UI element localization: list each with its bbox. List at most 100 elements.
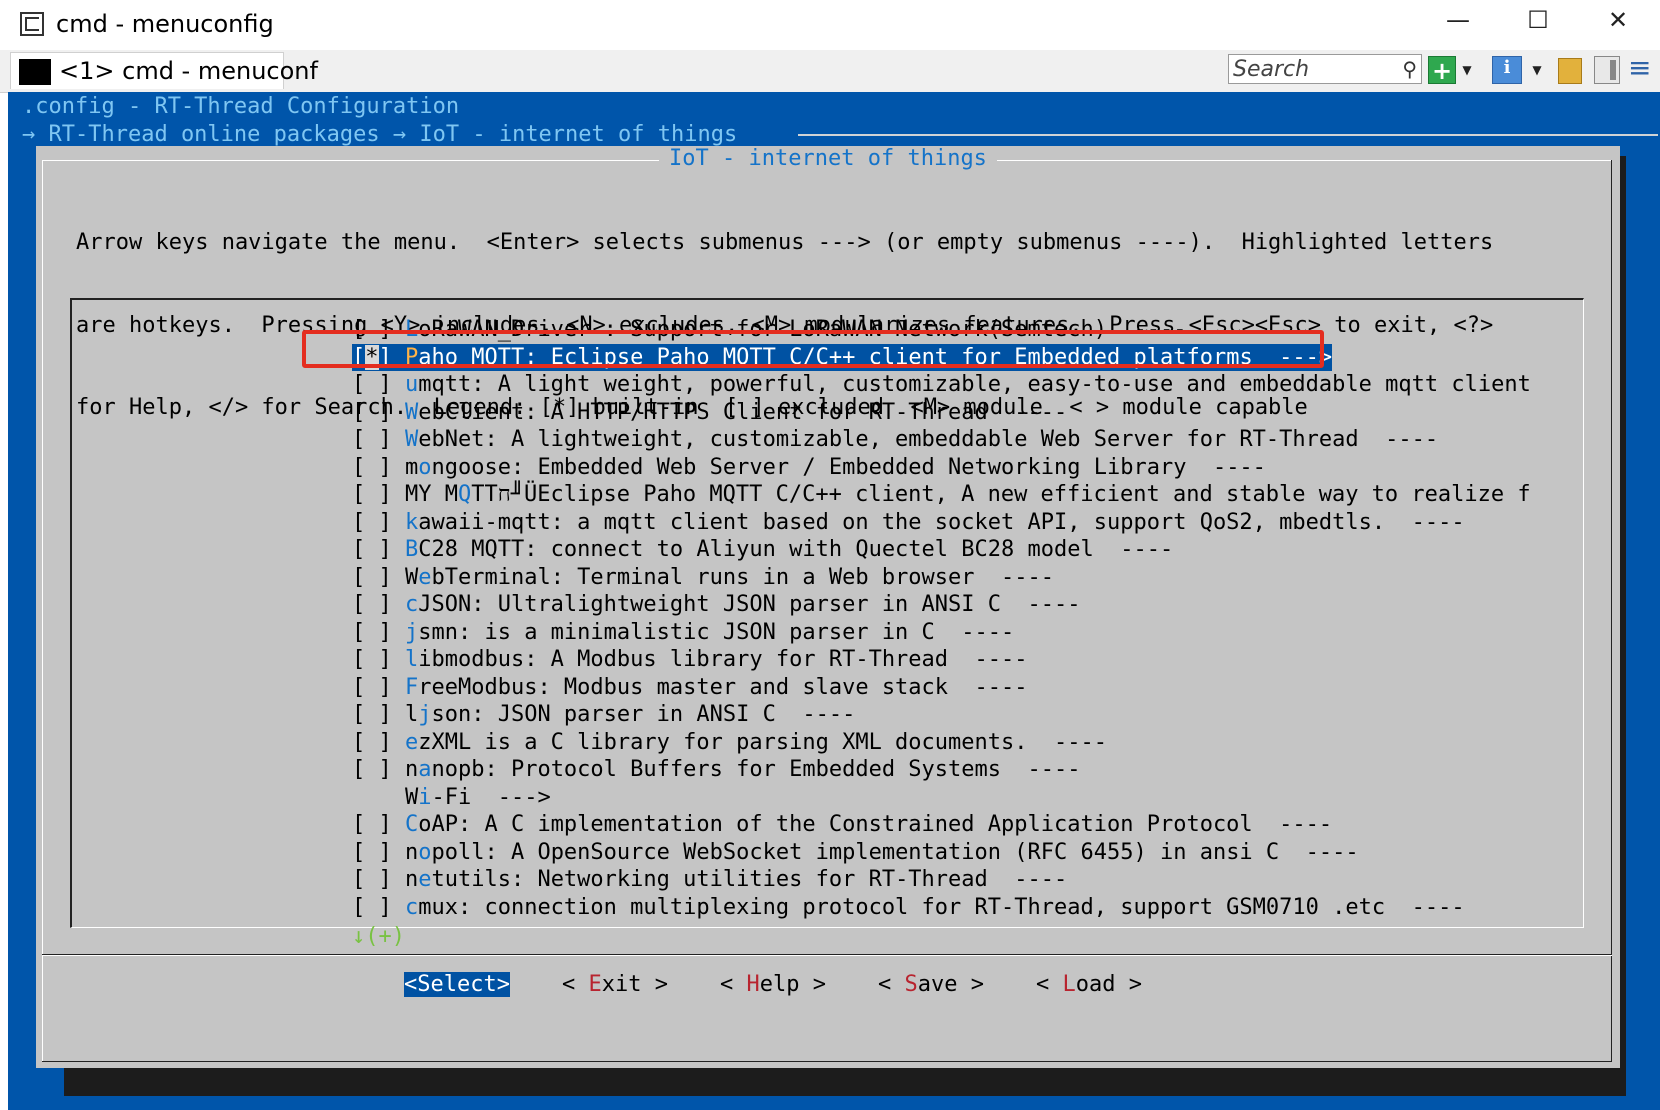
button-label: elect [430,972,497,997]
item-label: TTח╜ÜEclipse Paho MQTT C/C++ client, A n… [471,482,1531,507]
minimize-button[interactable]: — [1428,6,1488,46]
item-checkbox: [ ] [352,702,405,727]
menu-item[interactable]: [ ] MY MQTTח╜ÜEclipse Paho MQTT C/C++ cl… [352,481,1531,509]
save-button[interactable]: < Save > [878,972,984,997]
info-icon[interactable]: i [1492,56,1522,84]
info-dropdown-icon[interactable]: ▼ [1530,56,1544,84]
breadcrumb: → RT-Thread online packages → IoT - inte… [22,122,738,147]
button-hotkey: L [1062,972,1076,997]
dialog-border-left [42,160,43,1062]
menu-item[interactable]: [ ] WebTerminal: Terminal runs in a Web … [352,564,1531,592]
menu-item[interactable]: [ ] nopoll: A OpenSource WebSocket imple… [352,839,1531,867]
button-bracket: < [720,972,747,997]
item-label: oAP: A C implementation of the Constrain… [418,812,1333,837]
item-hotkey: e [404,729,419,755]
item-checkbox: [ ] [352,399,405,425]
menu-item[interactable]: [ ] CoAP: A C implementation of the Cons… [352,811,1531,839]
hamburger-menu-icon[interactable]: ≡ [1628,54,1656,84]
item-label-start: MY M [404,482,458,507]
menu-item[interactable]: [ ] mongoose: Embedded Web Server / Embe… [352,454,1531,482]
item-label: nopb: Protocol Buffers for Embedded Syst… [431,757,1081,782]
close-button[interactable]: ✕ [1588,6,1648,46]
item-hotkey: o [418,454,432,480]
console-area[interactable]: .config - RT-Thread Configuration → RT-T… [8,92,1660,1110]
item-label: ngoose: Embedded Web Server / Embedded N… [431,454,1266,480]
menu-item[interactable]: [ ] ljson: JSON parser in ANSI C ---- [352,701,1531,729]
item-hotkey: W [404,399,419,425]
dialog-border-bottom [42,1061,1612,1062]
item-hotkey: k [404,509,419,535]
button-bar-separator-highlight [42,955,1612,956]
item-label: tutils: Networking utilities for RT-Thre… [431,867,1068,892]
button-bracket: < [404,972,418,997]
console-tab[interactable]: <1> cmd - menuconf [10,52,318,89]
new-console-icon[interactable]: + [1428,56,1456,85]
button-label: oad [1075,972,1116,997]
menu-item[interactable]: Wi-Fi ---> [352,784,1531,812]
item-checkbox: [ ] [352,454,405,480]
menu-item[interactable]: [ ] umqtt: A light weight, powerful, cus… [352,371,1531,399]
item-hotkey: W [404,427,419,452]
item-label-start: n [404,867,419,892]
menu-item[interactable]: [ ] WebNet: A lightweight, customizable,… [352,426,1531,454]
menu-item[interactable]: [ ] FreeModbus: Modbus master and slave … [352,674,1531,702]
button-hotkey: S [904,972,918,997]
button-bracket: > [799,972,826,997]
item-hotkey: a [418,757,432,782]
search-input[interactable] [1233,56,1393,82]
item-checkbox: [ ] [352,427,405,452]
item-hotkey: j [404,619,419,645]
item-checkbox: [ ] [352,674,405,700]
item-hotkey: o [418,839,432,865]
item-label: JSON: Ultralightweight JSON parser in AN… [418,592,1081,617]
item-hotkey: e [418,867,432,892]
panel-view-icon[interactable] [1594,56,1620,84]
search-icon[interactable]: ⚲ [1402,57,1417,81]
button-hotkey: E [588,972,602,997]
menu-item[interactable]: [ ] netutils: Networking utilities for R… [352,866,1531,894]
item-label: smn: is a minimalistic JSON parser in C … [418,619,1015,645]
button-bracket: > [957,972,984,997]
load-button[interactable]: < Load > [1036,972,1142,997]
search-box[interactable]: ⚲ [1228,54,1422,84]
menu-item[interactable]: [ ] libmodbus: A Modbus library for RT-T… [352,646,1531,674]
item-label: ebClient: A HTTP/HTTPS Client for RT-Thr… [418,399,1068,425]
item-label-start: W [404,564,419,590]
item-label-start: m [404,454,419,480]
more-items-indicator: ↓(+) [352,924,405,949]
dialog-title: IoT - internet of things [36,146,1620,171]
select-button[interactable]: <Select> [404,972,510,997]
new-console-dropdown-icon[interactable]: ▼ [1460,56,1474,84]
menu-item[interactable]: [ ] cJSON: Ultralightweight JSON parser … [352,591,1531,619]
item-hotkey: B [404,537,419,562]
button-bracket: < [1036,972,1063,997]
item-checkbox: [ ] [352,537,405,562]
maximize-button[interactable]: ☐ [1508,6,1568,46]
dialog-border-right [1611,160,1612,1062]
item-checkbox: [ ] [352,592,405,617]
title-bar: cmd - menuconfig — ☐ ✕ [0,0,1660,50]
item-hotkey: c [404,592,419,617]
menu-item[interactable]: [ ] BC28 MQTT: connect to Aliyun with Qu… [352,536,1531,564]
menu-item[interactable]: [ ] jsmn: is a minimalistic JSON parser … [352,619,1531,647]
item-checkbox: [ ] [352,812,405,837]
item-checkbox: [ ] [352,729,405,755]
item-checkbox: [ ] [352,757,405,782]
menu-item[interactable]: [ ] cmux: connection multiplexing protoc… [352,894,1531,922]
exit-button[interactable]: < Exit > [562,972,668,997]
item-label-start: l [404,702,419,727]
lock-icon[interactable] [1558,58,1582,84]
item-label: son: JSON parser in ANSI C ---- [431,702,856,727]
header-rule [798,134,1658,136]
help-button[interactable]: < Help > [720,972,826,997]
menu-item[interactable]: [ ] nanopb: Protocol Buffers for Embedde… [352,756,1531,784]
console-tab-label: <1> cmd - menuconf [59,57,318,85]
button-bracket: > [1115,972,1142,997]
menu-item[interactable]: [ ] WebClient: A HTTP/HTTPS Client for R… [352,399,1531,427]
highlight-annotation-box [302,330,1324,368]
menu-item[interactable]: [ ] kawaii-mqtt: a mqtt client based on … [352,509,1531,537]
button-label: xit [601,972,642,997]
menu-item[interactable]: [ ] ezXML is a C library for parsing XML… [352,729,1531,757]
console-tab-icon [19,59,51,85]
button-bracket: > [496,972,510,997]
